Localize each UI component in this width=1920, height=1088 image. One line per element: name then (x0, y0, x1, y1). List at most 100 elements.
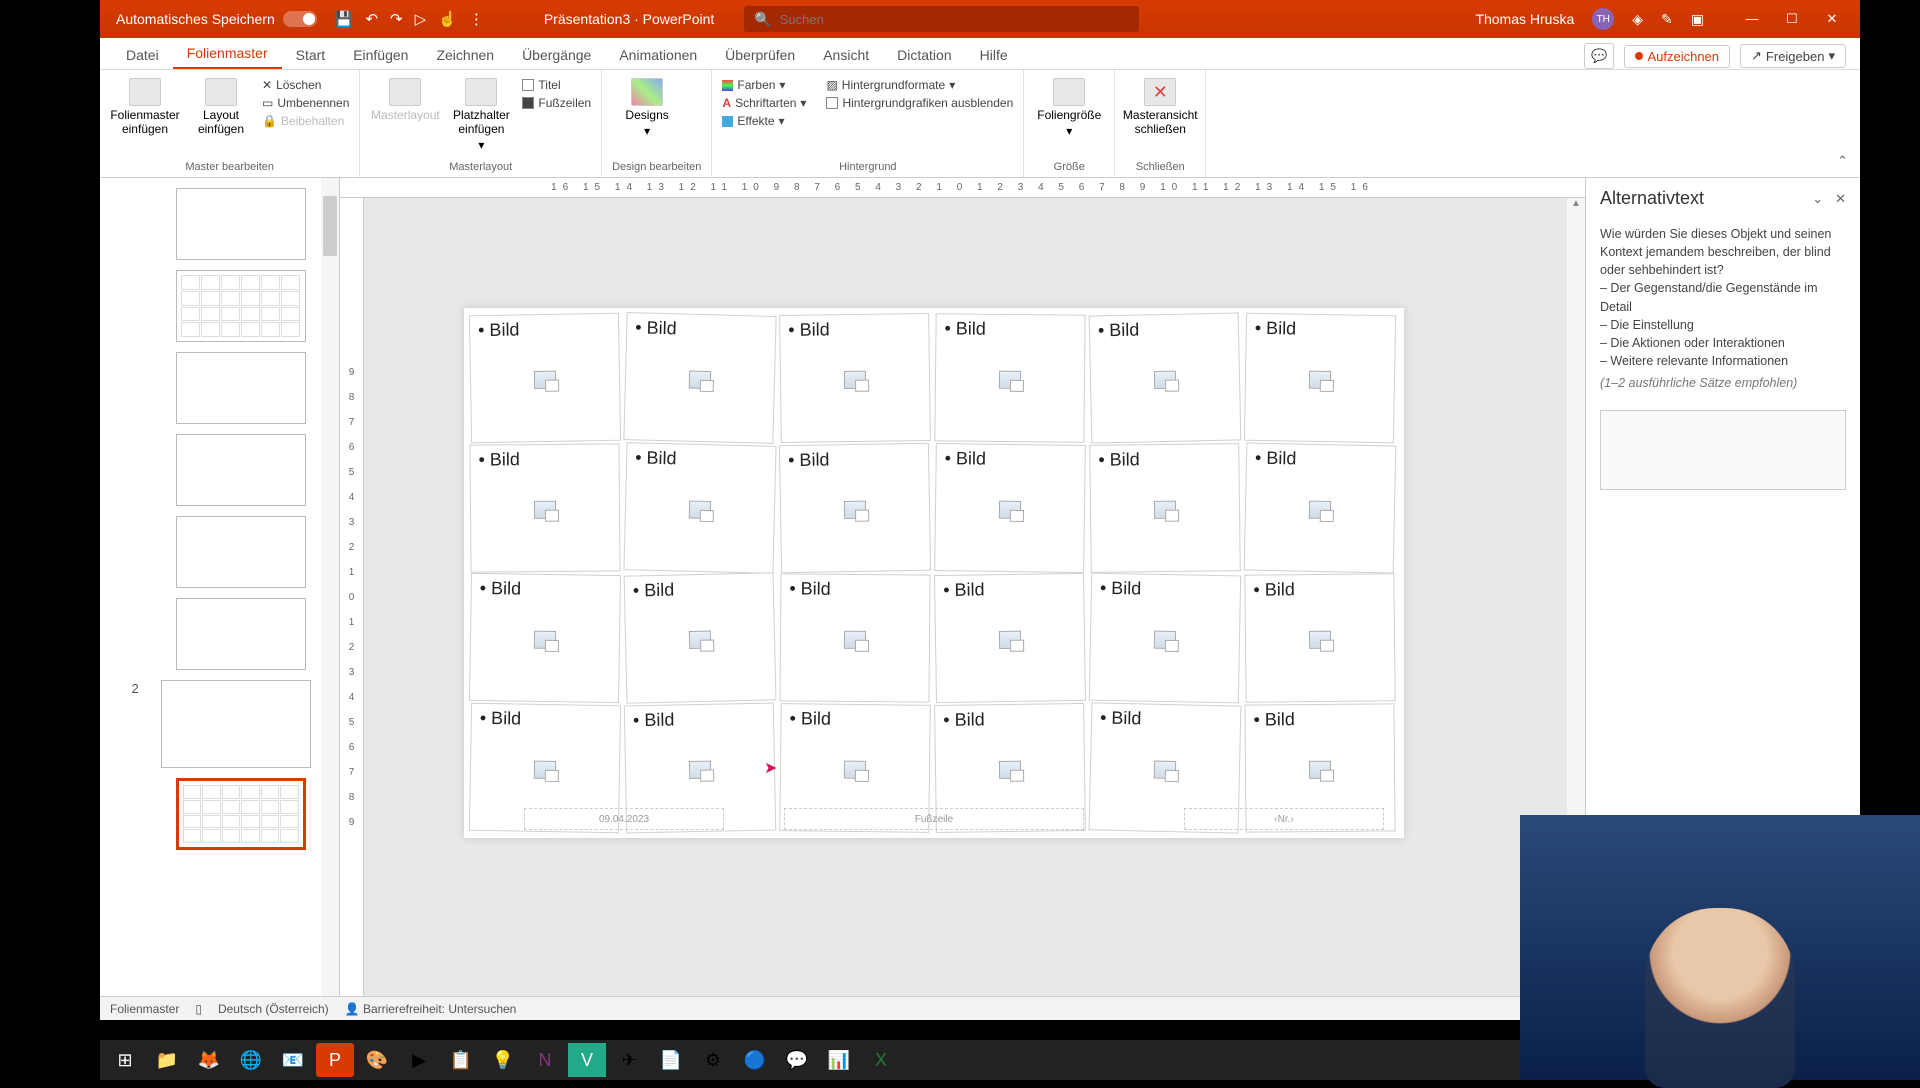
status-language[interactable]: Deutsch (Österreich) (218, 1002, 329, 1016)
tab-datei[interactable]: Datei (112, 41, 173, 69)
tab-folienmaster[interactable]: Folienmaster (173, 39, 282, 69)
slide-size-button[interactable]: Foliengröße ▾ (1034, 74, 1104, 138)
colors-button[interactable]: Farben ▾ (722, 78, 806, 92)
vlc-icon[interactable]: ▶ (400, 1043, 438, 1077)
close-master-view-button[interactable]: ✕Masteransicht schließen (1125, 74, 1195, 136)
image-placeholder[interactable]: • Bild (624, 572, 777, 703)
insert-slide-master-button[interactable]: Folienmaster einfügen (110, 74, 180, 136)
explorer-icon[interactable]: 📁 (148, 1043, 186, 1077)
layout-thumbnail[interactable] (176, 598, 306, 670)
tab-uebergaenge[interactable]: Übergänge (508, 41, 605, 69)
minimize-button[interactable]: — (1732, 11, 1772, 27)
insert-placeholder-button[interactable]: Platzhalter einfügen ▾ (446, 74, 516, 152)
diamond-icon[interactable]: ◈ (1632, 11, 1643, 28)
app-icon[interactable]: 🔵 (736, 1043, 774, 1077)
image-placeholder[interactable]: • Bild (1244, 313, 1396, 444)
layout-thumbnail-selected[interactable] (176, 778, 306, 850)
number-placeholder[interactable]: ‹Nr.› (1184, 808, 1384, 830)
image-placeholder[interactable]: • Bild (1244, 573, 1395, 703)
tab-animationen[interactable]: Animationen (605, 41, 711, 69)
image-placeholder[interactable]: • Bild (934, 443, 1086, 573)
title-checkbox[interactable]: Titel (522, 78, 591, 92)
search-box[interactable]: 🔍 (744, 6, 1139, 32)
rename-button[interactable]: ▭ Umbenennen (262, 96, 349, 110)
fonts-button[interactable]: A Schriftarten ▾ (722, 96, 806, 110)
image-placeholder[interactable]: • Bild (1089, 573, 1241, 704)
maximize-button[interactable]: ☐ (1772, 11, 1812, 27)
slide[interactable]: • Bild• Bild• Bild• Bild• Bild• Bild• Bi… (464, 308, 1404, 838)
autosave-toggle[interactable] (283, 11, 317, 27)
footer-checkbox[interactable]: Fußzeilen (522, 96, 591, 110)
pane-close-icon[interactable]: ✕ (1835, 191, 1846, 207)
image-placeholder[interactable]: • Bild (469, 573, 621, 703)
layout-thumbnail[interactable] (176, 352, 306, 424)
app-icon[interactable]: 📄 (652, 1043, 690, 1077)
image-placeholder[interactable]: • Bild (469, 313, 621, 444)
chrome-icon[interactable]: 🌐 (232, 1043, 270, 1077)
slide-canvas[interactable]: • Bild• Bild• Bild• Bild• Bild• Bild• Bi… (364, 198, 1567, 996)
image-placeholder[interactable]: • Bild (779, 573, 930, 702)
tab-ueberpruefen[interactable]: Überprüfen (711, 41, 809, 69)
excel-icon[interactable]: X (862, 1043, 900, 1077)
preserve-button[interactable]: 🔒 Beibehalten (262, 114, 349, 128)
collapse-ribbon-icon[interactable]: ⌃ (1831, 151, 1854, 171)
undo-icon[interactable]: ↶ (365, 10, 378, 28)
master-thumbnail[interactable]: 2 (161, 680, 311, 768)
record-button[interactable]: Aufzeichnen (1624, 45, 1730, 68)
image-placeholder[interactable]: • Bild (779, 313, 931, 443)
tab-ansicht[interactable]: Ansicht (809, 41, 883, 69)
tab-start[interactable]: Start (282, 41, 340, 69)
effects-button[interactable]: Effekte ▾ (722, 114, 806, 128)
alt-text-input[interactable] (1600, 410, 1846, 490)
layout-thumbnail[interactable] (176, 188, 306, 260)
image-placeholder[interactable]: • Bild (934, 573, 1086, 703)
date-placeholder[interactable]: 09.04.2023 (524, 808, 724, 830)
image-placeholder[interactable]: • Bild (623, 442, 776, 574)
app-icon[interactable]: V (568, 1043, 606, 1077)
status-mode[interactable]: Folienmaster (110, 1002, 179, 1016)
search-input[interactable] (780, 12, 1130, 27)
master-layout-button[interactable]: Masterlayout (370, 74, 440, 122)
start-from-beginning-icon[interactable]: ▷ (415, 10, 427, 28)
background-styles-button[interactable]: ▨ Hintergrundformate ▾ (826, 78, 1013, 92)
app-icon[interactable]: 💡 (484, 1043, 522, 1077)
pane-collapse-icon[interactable]: ⌄ (1812, 191, 1823, 207)
status-accessibility[interactable]: 👤 Barrierefreiheit: Untersuchen (345, 1002, 517, 1016)
tab-hilfe[interactable]: Hilfe (966, 41, 1022, 69)
firefox-icon[interactable]: 🦊 (190, 1043, 228, 1077)
outlook-icon[interactable]: 📧 (274, 1043, 312, 1077)
close-button[interactable]: ✕ (1812, 11, 1852, 27)
tab-zeichnen[interactable]: Zeichnen (422, 41, 508, 69)
tab-dictation[interactable]: Dictation (883, 41, 965, 69)
user-avatar[interactable]: TH (1592, 8, 1614, 30)
thumbnail-scrollbar[interactable] (321, 178, 339, 996)
scroll-up-icon[interactable]: ▲ (1567, 198, 1585, 214)
image-placeholder[interactable]: • Bild (469, 443, 620, 572)
redo-icon[interactable]: ↷ (390, 10, 403, 28)
image-placeholder[interactable]: • Bild (1089, 312, 1242, 443)
customize-qat-icon[interactable]: ⋮ (469, 10, 484, 28)
touch-mode-icon[interactable]: ☝ (438, 10, 457, 28)
telegram-icon[interactable]: ✈ (610, 1043, 648, 1077)
layout-thumbnail[interactable] (176, 270, 306, 342)
powerpoint-icon[interactable]: P (316, 1043, 354, 1077)
image-placeholder[interactable]: • Bild (1244, 442, 1397, 573)
image-placeholder[interactable]: • Bild (1089, 443, 1241, 573)
save-icon[interactable]: 💾 (335, 10, 354, 28)
hide-background-checkbox[interactable]: Hintergrundgrafiken ausblenden (826, 96, 1013, 110)
layout-thumbnail[interactable] (176, 516, 306, 588)
tab-einfuegen[interactable]: Einfügen (339, 41, 422, 69)
window-icon[interactable]: ▣ (1691, 11, 1704, 28)
comments-button[interactable]: 💬 (1584, 43, 1614, 69)
user-name[interactable]: Thomas Hruska (1475, 11, 1574, 27)
themes-button[interactable]: Designs ▾ (612, 74, 682, 138)
app-icon[interactable]: 📊 (820, 1043, 858, 1077)
insert-layout-button[interactable]: Layout einfügen (186, 74, 256, 136)
share-button[interactable]: ↗ Freigeben ▾ (1740, 44, 1846, 68)
image-placeholder[interactable]: • Bild (934, 313, 1085, 443)
onenote-icon[interactable]: N (526, 1043, 564, 1077)
start-button[interactable]: ⊞ (106, 1043, 144, 1077)
footer-placeholder[interactable]: Fußzeile (784, 808, 1084, 830)
app-icon[interactable]: 🎨 (358, 1043, 396, 1077)
image-placeholder[interactable]: • Bild (779, 443, 931, 574)
